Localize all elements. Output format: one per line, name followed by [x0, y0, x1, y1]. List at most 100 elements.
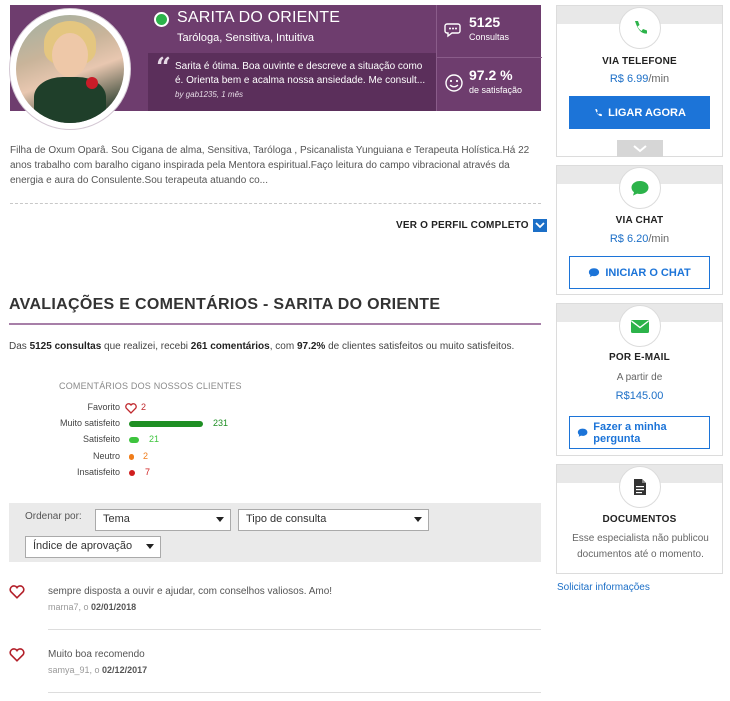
consultas-stat: 5125 Consultas: [437, 5, 542, 58]
tipo-consulta-select[interactable]: Tipo de consulta: [238, 509, 429, 531]
avatar: [9, 8, 131, 130]
breakdown-value: 2: [143, 451, 149, 461]
view-full-profile-label: VER O PERFIL COMPLETO: [396, 220, 529, 231]
divider: [48, 692, 541, 693]
comment-text: sempre disposta a ouvir e ajudar, com co…: [48, 586, 333, 597]
breakdown-row-satisfeito: Satisfeito 21: [0, 434, 240, 448]
featured-review: “ Sarita é ótima. Boa ouvinte e descreve…: [148, 53, 436, 111]
comment-date: 02/01/2018: [91, 602, 137, 612]
breakdown-bar: [129, 470, 135, 476]
consultas-label: Consultas: [469, 32, 510, 42]
reviews-title: AVALIAÇÕES E COMENTÁRIOS - SARITA DO ORI…: [9, 296, 441, 313]
chat-bubble-icon: [577, 428, 588, 437]
caret-down-icon: [216, 517, 224, 522]
expert-name: SARITA DO ORIENTE: [177, 9, 341, 26]
avatar-photo: [16, 15, 124, 123]
summary-text: , com: [269, 341, 297, 352]
expert-specialties: Taróloga, Sensitiva, Intuitiva: [177, 32, 314, 44]
breakdown-row-favorito: Favorito 2: [0, 402, 240, 416]
featured-review-text: Sarita é ótima. Boa ouvinte e descreve a…: [175, 60, 430, 102]
expert-bio: Filha de Oxum Oparâ. Sou Cigana de alma,…: [10, 145, 530, 186]
indice-select-value: Índice de aprovação: [33, 540, 133, 552]
chevron-down-icon: [633, 144, 647, 152]
satisfaction-stat: 97.2 % de satisfação: [437, 58, 542, 111]
summary-text: de clientes satisfeitos ou muito satisfe…: [325, 341, 515, 352]
documents-empty-text: Esse especialista não publicou documento…: [572, 533, 709, 560]
breakdown-value: 21: [149, 434, 160, 444]
quote-icon: “: [156, 53, 171, 83]
tipo-select-value: Tipo de consulta: [246, 513, 327, 525]
comment-meta: samya_91, o 02/12/2017: [48, 665, 147, 675]
expand-toggle[interactable]: [617, 140, 663, 157]
documents-title: DOCUMENTOS: [602, 514, 677, 525]
summary-comments: 261 comentários: [190, 341, 270, 352]
breakdown-label: Muito satisfeito: [59, 418, 120, 428]
reviews-title-underline: [9, 323, 541, 325]
caret-down-icon: [146, 544, 154, 549]
summary-percent: 97.2%: [296, 341, 326, 352]
start-chat-label: INICIAR O CHAT: [605, 266, 691, 279]
start-chat-button[interactable]: INICIAR O CHAT: [569, 256, 710, 289]
call-now-label: LIGAR AGORA: [608, 106, 686, 119]
featured-review-quote: Sarita é ótima. Boa ouvinte e descreve a…: [175, 61, 426, 86]
chat-bubble-icon: [619, 167, 661, 209]
comment-user: samya_91, o: [48, 665, 100, 675]
breakdown-row-insatisfeito: Insatisfeito 7: [0, 467, 240, 481]
email-contact-card: POR E-MAIL A partir de R$145.00 Fazer a …: [556, 303, 723, 456]
phone-icon: [595, 108, 602, 116]
reviews-summary: Das 5125 consultas que realizei, recebi …: [9, 341, 514, 352]
consultas-count: 5125: [469, 14, 501, 30]
chat-price-value: R$ 6.20: [609, 233, 649, 245]
envelope-icon: [619, 305, 661, 347]
phone-title: VIA TELEFONE: [602, 56, 677, 67]
breakdown-label: Insatisfeito: [76, 467, 120, 477]
breakdown-title: COMENTÁRIOS DOS NOSSOS CLIENTES: [59, 381, 242, 391]
call-now-button[interactable]: LIGAR AGORA: [569, 96, 710, 129]
comment-meta: marna7, o 02/01/2018: [48, 602, 136, 612]
chat-price-unit: /min: [648, 233, 670, 245]
ask-question-label: Fazer a minha pergunta: [593, 420, 667, 445]
online-status-icon: [154, 12, 169, 27]
breakdown-value: 7: [145, 467, 151, 477]
heart-icon: [9, 585, 25, 599]
breakdown-value: 231: [213, 418, 229, 428]
divider: [48, 629, 541, 630]
smiley-icon: [445, 74, 463, 92]
sort-filters-bar: Ordenar por: Tema Tipo de consulta Índic…: [9, 503, 541, 562]
breakdown-label: Satisfeito: [82, 434, 120, 444]
stats-column: 5125 Consultas 97.2 % de satisfação: [436, 5, 542, 111]
comment-text: Muito boa recomendo: [48, 649, 145, 660]
email-title: POR E-MAIL: [609, 352, 670, 363]
email-subtitle: A partir de: [616, 372, 663, 383]
divider: [10, 203, 541, 204]
tema-select[interactable]: Tema: [95, 509, 231, 531]
view-full-profile-link[interactable]: VER O PERFIL COMPLETO: [396, 219, 547, 232]
phone-icon: [619, 7, 661, 49]
chat-title: VIA CHAT: [615, 215, 664, 226]
chevron-down-icon: [532, 219, 547, 232]
summary-consultas: 5125 consultas: [29, 341, 102, 352]
ask-question-button[interactable]: Fazer a minha pergunta: [569, 416, 710, 449]
breakdown-row-muito-satisfeito: Muito satisfeito 231: [0, 418, 240, 432]
breakdown-bar: [129, 454, 134, 460]
request-info-link[interactable]: Solicitar informações: [557, 582, 650, 593]
satisfaction-value: 97.2 %: [469, 67, 513, 83]
phone-price: R$ 6.99/min: [557, 73, 722, 85]
summary-text: que realizei, recebi: [101, 341, 191, 352]
tema-select-value: Tema: [103, 513, 130, 525]
chat-bubble-icon: [589, 268, 600, 278]
documents-card: DOCUMENTOS Esse especialista não publico…: [556, 464, 723, 574]
breakdown-value: 2: [141, 402, 147, 412]
breakdown-label: Neutro: [92, 451, 120, 461]
comment-date: 02/12/2017: [102, 665, 148, 675]
breakdown-label: Favorito: [87, 402, 120, 412]
phone-contact-card: VIA TELEFONE R$ 6.99/min LIGAR AGORA: [556, 5, 723, 157]
satisfaction-label: de satisfação: [469, 85, 523, 95]
summary-text: Das: [9, 341, 30, 352]
heart-icon: [9, 648, 25, 662]
comment-user: marna7, o: [48, 602, 89, 612]
breakdown-bar: [129, 437, 139, 443]
indice-aprovacao-select[interactable]: Índice de aprovação: [25, 536, 161, 558]
phone-price-value: R$ 6.99: [609, 73, 649, 85]
heart-icon: [125, 403, 137, 414]
